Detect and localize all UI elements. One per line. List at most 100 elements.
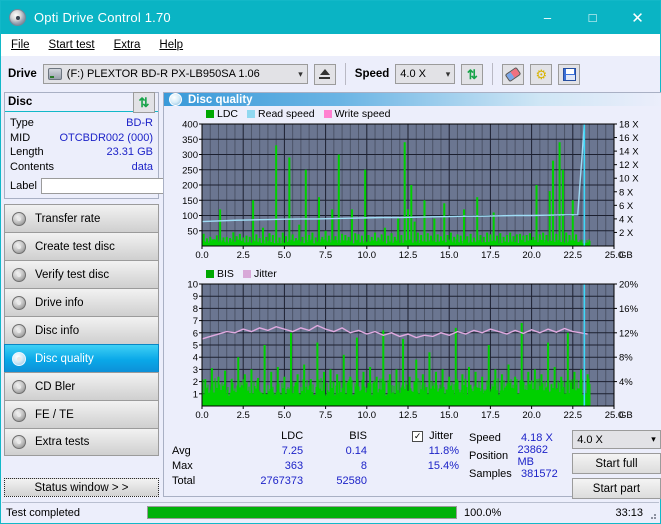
- sidebar: Disc ⇅ Type BD-R MID OTCBDR002 (000) Len…: [4, 91, 243, 497]
- menu-file-label: File: [11, 38, 30, 51]
- stat-col-jitter: Jitter: [429, 430, 453, 442]
- disc-icon: [12, 323, 26, 338]
- disc-panel: Disc ⇅ Type BD-R MID OTCBDR002 (000) Len…: [4, 91, 243, 199]
- disc-icon: [12, 239, 26, 254]
- menu-start-test-label: Start test: [48, 38, 95, 51]
- svg-text:400: 400: [182, 120, 198, 131]
- stat-total-bis: 52580: [336, 474, 367, 487]
- svg-text:14 X: 14 X: [619, 147, 639, 158]
- sidebar-item-fe-te[interactable]: FE / TE: [4, 400, 159, 428]
- stat-corner: [170, 430, 224, 443]
- svg-text:50: 50: [187, 226, 198, 237]
- drive-select-value: (F:) PLEXTOR BD-R PX-LB950SA 1.06: [66, 68, 260, 80]
- readout-position-label: Position: [469, 450, 509, 462]
- gear-icon: ⚙: [535, 66, 548, 82]
- stat-row-total-label: Total: [172, 474, 196, 487]
- menu-file[interactable]: File: [11, 39, 30, 51]
- legend-item-write-speed: Write speed: [323, 108, 391, 120]
- progress-bar: [147, 506, 457, 519]
- legend-label: Read speed: [258, 108, 315, 120]
- stat-col-bis: BIS: [349, 430, 367, 442]
- window-title: Opti Drive Control 1.70: [34, 10, 171, 25]
- legend-label: Write speed: [334, 108, 391, 120]
- floppy-disk-icon: [562, 67, 576, 81]
- refresh-button[interactable]: ⇅: [461, 63, 484, 85]
- close-button[interactable]: ✕: [615, 1, 660, 34]
- svg-text:12 X: 12 X: [619, 160, 639, 171]
- stat-row-avg-label: Avg: [172, 444, 191, 457]
- disc-row-mid-value: OTCBDR002 (000): [59, 131, 153, 144]
- refresh-icon: ⇅: [138, 94, 150, 110]
- sidebar-item-label: Disc info: [35, 324, 80, 337]
- chevron-down-icon: ▾: [445, 68, 451, 79]
- stat-max-ldc: 363: [284, 459, 304, 472]
- disc-panel-header: Disc ⇅: [5, 91, 158, 113]
- settings-button[interactable]: ⚙: [530, 63, 553, 85]
- drive-select[interactable]: (F:) PLEXTOR BD-R PX-LB950SA 1.06 ▾: [42, 64, 308, 84]
- disc-icon: [12, 295, 26, 310]
- legend-item-jitter: Jitter: [242, 268, 277, 280]
- svg-text:250: 250: [182, 165, 198, 176]
- save-button[interactable]: [558, 63, 581, 85]
- progress-percent: 100.0%: [464, 506, 502, 519]
- sidebar-item-drive-info[interactable]: Drive info: [4, 288, 159, 316]
- sidebar-item-create-test-disc[interactable]: Create test disc: [4, 232, 159, 260]
- erase-button[interactable]: [502, 63, 525, 85]
- menu-help[interactable]: Help: [159, 39, 183, 51]
- sidebar-item-extra-tests[interactable]: Extra tests: [4, 428, 159, 456]
- menu-extra[interactable]: Extra: [114, 39, 141, 51]
- svg-text:12%: 12%: [619, 328, 639, 339]
- svg-text:6 X: 6 X: [619, 201, 634, 212]
- readout-area: Speed 4.18 X Position 23862 MB Samples 3…: [465, 430, 661, 499]
- sidebar-item-disc-info[interactable]: Disc info: [4, 316, 159, 344]
- menu-start-test[interactable]: Start test: [49, 39, 95, 51]
- maximize-button[interactable]: □: [570, 1, 615, 34]
- sidebar-item-label: Verify test disc: [35, 268, 110, 281]
- chevron-down-icon: ▾: [298, 68, 303, 79]
- menu-extra-label: Extra: [113, 38, 141, 51]
- disc-row-contents-value: data: [131, 160, 153, 173]
- jitter-checkbox[interactable]: ✓: [412, 430, 424, 442]
- top-chart[interactable]: 50 100 150 200 250 300 350 400 2 X 4 X 6 X 8 X 10 X 1…: [164, 120, 656, 268]
- status-bar: Test completed 100.0% 33:13: [2, 502, 659, 522]
- svg-text:5.0: 5.0: [278, 250, 291, 261]
- test-speed-select[interactable]: 4.0 X ▾: [572, 430, 661, 449]
- status-window-button[interactable]: Status window > >: [4, 478, 159, 497]
- sidebar-item-verify-test-disc[interactable]: Verify test disc: [4, 260, 159, 288]
- svg-text:GB: GB: [619, 410, 633, 421]
- content-title: Disc quality: [188, 93, 253, 106]
- svg-text:4 X: 4 X: [619, 214, 634, 225]
- svg-text:10: 10: [187, 280, 198, 291]
- charts-area: LDC Read speed Write speed 50 100 150 200 25…: [164, 106, 661, 428]
- table-header-row: LDC BIS ✓ Jitter: [170, 430, 465, 443]
- legend-item-ldc: LDC: [206, 108, 238, 120]
- stat-avg-bis: 0.14: [345, 444, 367, 457]
- bottom-chart[interactable]: 12345 678910 4% 8% 12% 16% 20% 0.0 2.5 5.0 7.5 10.0…: [164, 280, 656, 428]
- sidebar-item-cd-bler[interactable]: CD Bler: [4, 372, 159, 400]
- disc-icon: [12, 211, 26, 226]
- svg-text:22.5: 22.5: [564, 410, 583, 421]
- sidebar-item-label: Extra tests: [35, 436, 90, 448]
- disc-row-mid: MID OTCBDR002 (000): [10, 131, 153, 146]
- sidebar-item-transfer-rate[interactable]: Transfer rate: [4, 204, 159, 232]
- speed-label: Speed: [354, 68, 390, 80]
- resize-grip-icon[interactable]: [647, 510, 656, 519]
- disc-icon: [169, 93, 182, 106]
- svg-text:0.0: 0.0: [195, 410, 208, 421]
- start-part-button[interactable]: Start part: [572, 478, 661, 499]
- sidebar-item-disc-quality[interactable]: Disc quality: [4, 344, 159, 372]
- stat-total-ldc: 2767373: [260, 474, 304, 487]
- minimize-button[interactable]: –: [525, 1, 570, 34]
- legend-label: BIS: [217, 268, 234, 280]
- title-bar: Opti Drive Control 1.70 – □ ✕: [1, 1, 660, 34]
- speed-select[interactable]: 4.0 X ▾: [395, 64, 456, 84]
- menu-help-label: Help: [159, 38, 184, 51]
- start-full-button[interactable]: Start full: [572, 453, 661, 474]
- disc-row-type-key: Type: [10, 117, 34, 129]
- top-chart-container: LDC Read speed Write speed 50 100 150 200 25…: [164, 108, 661, 268]
- disc-refresh-button[interactable]: ⇅: [133, 91, 155, 113]
- speed-select-value: 4.0 X: [400, 68, 426, 80]
- sidebar-item-label: Disc quality: [35, 352, 94, 365]
- eject-button[interactable]: [313, 63, 336, 85]
- legend-label: LDC: [217, 108, 239, 120]
